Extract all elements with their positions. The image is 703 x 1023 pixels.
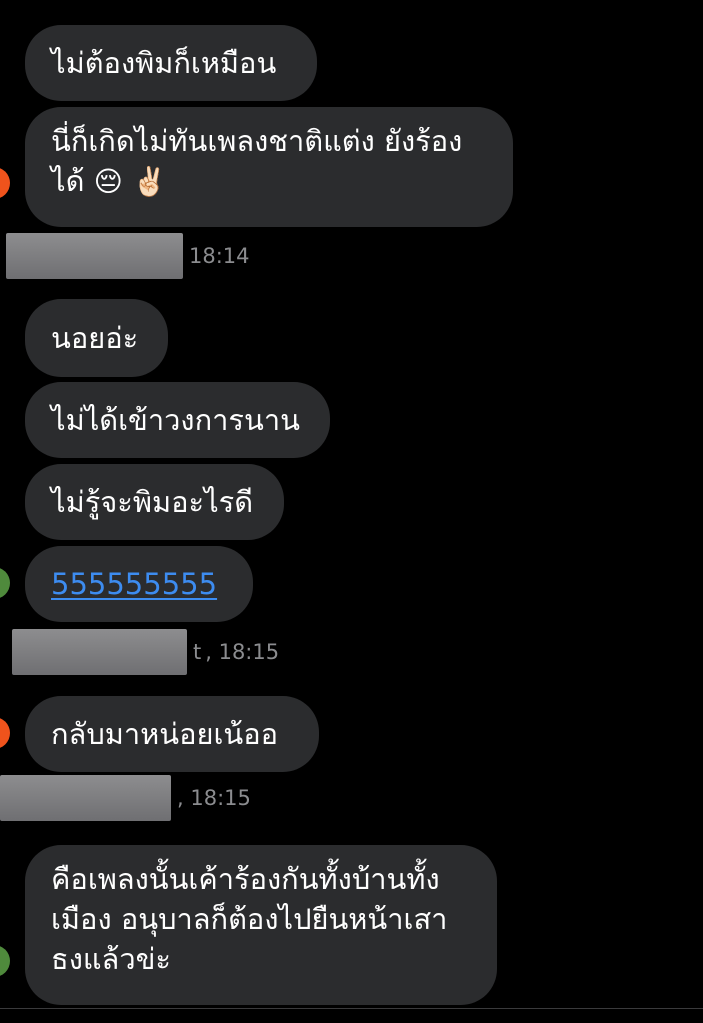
message-text: ไม่ได้เข้าวงการนาน: [51, 403, 300, 437]
message-text: กลับมาหน่อยเน้ออ: [51, 717, 279, 751]
phone-number-link[interactable]: 555555555: [51, 564, 217, 604]
timestamp: , 18:15: [177, 786, 251, 810]
message-bubble[interactable]: กลับมาหน่อยเน้ออ: [25, 696, 319, 772]
divider: [0, 1008, 703, 1009]
message-bubble[interactable]: ไม่ต้องพิมก็เหมือน: [25, 25, 317, 101]
message-bubble[interactable]: ไม่ได้เข้าวงการนาน: [25, 382, 330, 458]
message-bubble[interactable]: คือเพลงนั้นเค้าร้องกันทั้งบ้านทั้ง เมือง…: [25, 845, 497, 1005]
message-meta: t , 18:15: [12, 629, 279, 675]
message-text: คือเพลงนั้นเค้าร้องกันทั้งบ้านทั้ง: [51, 862, 440, 896]
avatar-orange-icon[interactable]: [0, 167, 10, 199]
message-text: ไม่รู้จะพิมอะไรดี: [51, 485, 254, 519]
victory-hand-emoji-icon: ✌🏻: [132, 165, 167, 198]
redacted-sender-name: [6, 233, 183, 279]
message-text: ไม่ต้องพิมก็เหมือน: [51, 46, 277, 80]
message-meta: 18:14: [6, 233, 250, 279]
message-meta: , 18:15: [0, 775, 251, 821]
message-bubble[interactable]: นอยอ่ะ: [25, 299, 168, 377]
timestamp: , 18:15: [205, 640, 280, 664]
message-text: นี่ก็เกิดไม่ทันเพลงชาติแต่ง ยังร้อง: [51, 124, 463, 158]
message-bubble[interactable]: 555555555: [25, 546, 253, 622]
avatar-green-icon[interactable]: [0, 567, 10, 599]
message-bubble[interactable]: ไม่รู้จะพิมอะไรดี: [25, 464, 284, 540]
avatar-orange-icon[interactable]: [0, 717, 10, 749]
redacted-sender-name: [0, 775, 171, 821]
message-text: นอยอ่ะ: [51, 321, 139, 355]
pensive-face-emoji-icon: 😔: [93, 165, 123, 198]
avatar-green-icon[interactable]: [0, 945, 10, 977]
redacted-sender-name: [12, 629, 187, 675]
sender-name-tail: t: [193, 640, 202, 664]
timestamp: 18:14: [189, 244, 250, 268]
message-text-line: ได้ 😔 ✌🏻: [51, 164, 167, 198]
message-text: เมือง อนุบาลก็ต้องไปยืนหน้าเสา: [51, 902, 448, 936]
message-text: ธงแล้วข่ะ: [51, 942, 172, 976]
message-bubble[interactable]: นี่ก็เกิดไม่ทันเพลงชาติแต่ง ยังร้อง ได้ …: [25, 107, 513, 227]
